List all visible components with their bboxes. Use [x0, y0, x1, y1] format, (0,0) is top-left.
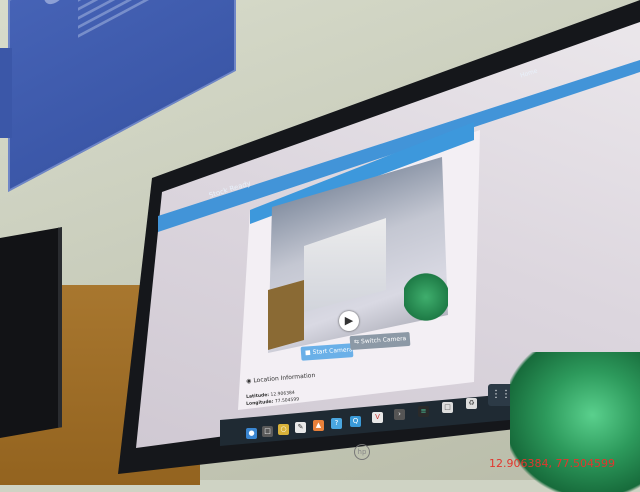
- side-monitor: [0, 227, 62, 438]
- settings-icon[interactable]: ▲: [313, 420, 324, 431]
- start-camera-label: Start Camera: [312, 346, 353, 356]
- capture-button[interactable]: ▶: [339, 311, 359, 331]
- chart-icon[interactable]: ≡: [418, 406, 429, 417]
- video-plant: [404, 272, 448, 322]
- editor-icon[interactable]: ✎: [295, 422, 306, 433]
- document-icon[interactable]: □: [442, 402, 453, 413]
- swap-icon: ⇆: [353, 338, 360, 346]
- video-icon: ■: [304, 349, 311, 357]
- poster-text-lines: [78, 0, 228, 44]
- terminal-icon[interactable]: ○: [278, 424, 289, 435]
- hp-logo-icon: hp: [354, 444, 370, 460]
- help-icon[interactable]: ?: [331, 418, 342, 429]
- poster-logo: [44, 0, 68, 9]
- vlc-icon[interactable]: V: [372, 412, 383, 423]
- shell-icon[interactable]: ›: [394, 409, 405, 420]
- side-poster: [0, 48, 12, 138]
- gps-stamp: 12.906384, 77.504599: [489, 457, 615, 470]
- video-wood-background: [268, 280, 304, 350]
- camera-shutter-icon: ▶: [344, 314, 354, 327]
- green-glass-plant: [510, 352, 640, 492]
- recycle-icon[interactable]: ♻: [466, 398, 477, 409]
- chrome-icon[interactable]: ●: [246, 428, 257, 439]
- app-icon[interactable]: Q: [350, 416, 361, 427]
- switch-camera-label: Switch Camera: [360, 335, 407, 346]
- map-pin-icon: ◉: [246, 377, 252, 385]
- files-icon[interactable]: □: [262, 426, 273, 437]
